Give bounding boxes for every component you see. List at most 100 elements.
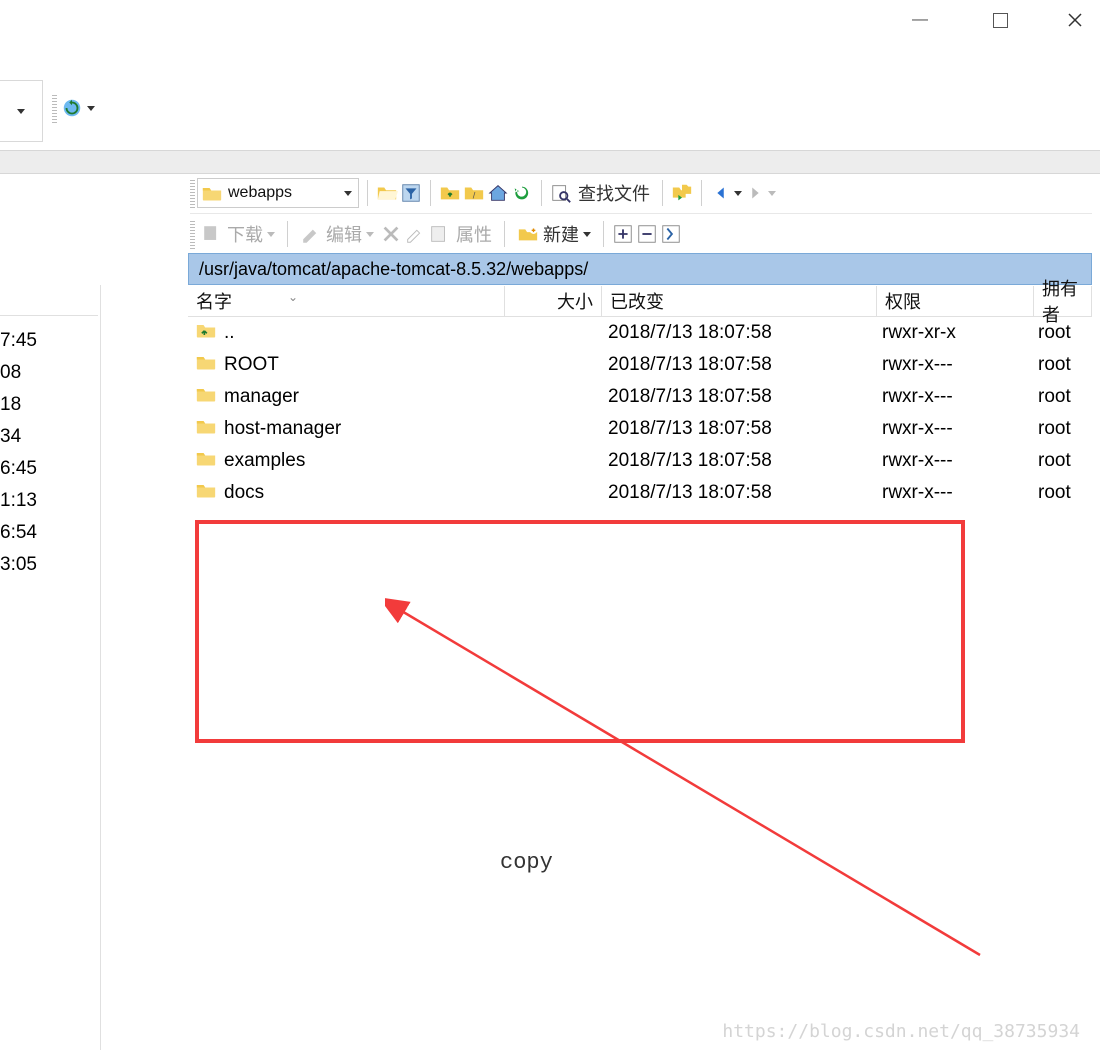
folder-icon: [196, 385, 216, 409]
properties-label: 属性: [456, 221, 492, 247]
find-icon-button[interactable]: [550, 182, 572, 204]
file-perm: rwxr-xr-x: [874, 322, 1030, 344]
file-name: ..: [224, 322, 235, 344]
window-close-button[interactable]: [1065, 10, 1085, 30]
delete-icon: [380, 223, 402, 245]
file-name: examples: [224, 450, 305, 472]
download-label: 下载: [227, 221, 263, 247]
folder-up-icon: [439, 182, 461, 204]
header-perm[interactable]: 权限: [877, 286, 1034, 316]
parent-folder-button[interactable]: [439, 182, 461, 204]
app-window: — webapps: [0, 0, 1100, 1050]
refresh-button-2[interactable]: [511, 182, 533, 204]
open-folder-icon: [376, 182, 398, 204]
filter-button[interactable]: [400, 182, 422, 204]
arrow-left-icon: [710, 182, 732, 204]
window-minimize-button[interactable]: —: [910, 10, 930, 30]
folder-icon: [196, 481, 216, 505]
file-changed: 2018/7/13 18:07:58: [600, 418, 874, 440]
table-row[interactable]: manager2018/7/13 18:07:58rwxr-x---root: [188, 381, 1092, 413]
file-name: docs: [224, 482, 264, 504]
local-time-cell: 34: [0, 421, 37, 453]
plus-button[interactable]: [612, 223, 634, 245]
search-icon: [550, 182, 572, 204]
remote-path-bar[interactable]: /usr/java/tomcat/apache-tomcat-8.5.32/we…: [188, 253, 1092, 285]
rename-button[interactable]: [404, 223, 426, 245]
column-headers: 名字⌄ 大小 已改变 权限 拥有者: [188, 286, 1092, 317]
close-icon: [1067, 12, 1083, 28]
new-label: 新建: [543, 221, 579, 247]
home-icon: [487, 182, 509, 204]
sync-button[interactable]: [671, 182, 693, 204]
folder-up-icon: [196, 321, 216, 345]
toolbar-grip-icon: [190, 219, 195, 249]
file-owner: root: [1030, 322, 1092, 344]
plus-icon: [612, 223, 634, 245]
file-changed: 2018/7/13 18:07:58: [600, 386, 874, 408]
header-size[interactable]: 大小: [505, 286, 602, 316]
back-button[interactable]: [710, 182, 732, 204]
table-row[interactable]: examples2018/7/13 18:07:58rwxr-x---root: [188, 445, 1092, 477]
chevron-down-icon: [583, 232, 591, 237]
menubar-placeholder: [0, 150, 1100, 174]
local-time-cell: 3:05: [0, 549, 37, 581]
chevron-down-icon: [267, 232, 275, 237]
properties-icon-button[interactable]: [428, 223, 450, 245]
properties-button[interactable]: 属性: [452, 219, 496, 249]
download-icon: [201, 223, 223, 245]
header-changed[interactable]: 已改变: [602, 286, 877, 316]
window-maximize-button[interactable]: [990, 10, 1010, 30]
annotation-box: [195, 520, 965, 743]
maximize-icon: [993, 13, 1008, 28]
file-changed: 2018/7/13 18:07:58: [600, 482, 874, 504]
root-folder-button[interactable]: /: [463, 182, 485, 204]
refresh-icon: [61, 97, 83, 119]
toolbar-row-2: 下载 编辑 属性 新建: [190, 214, 1092, 255]
find-files-button[interactable]: 查找文件: [574, 178, 654, 208]
minus-button[interactable]: [636, 223, 658, 245]
local-time-cell: 7:45: [0, 325, 37, 357]
table-row[interactable]: host-manager2018/7/13 18:07:58rwxr-x---r…: [188, 413, 1092, 445]
chevron-down-icon: [734, 191, 742, 196]
header-name[interactable]: 名字⌄: [188, 286, 505, 316]
edit-button[interactable]: 编辑: [296, 219, 378, 249]
select-all-button[interactable]: [660, 223, 682, 245]
chevron-down-icon: [344, 191, 352, 196]
table-row[interactable]: .. 2018/7/13 18:07:58rwxr-xr-xroot: [188, 317, 1092, 349]
find-files-label: 查找文件: [578, 180, 650, 206]
delete-button[interactable]: [380, 223, 402, 245]
folder-icon: [196, 449, 216, 473]
folder-selector[interactable]: webapps: [197, 178, 359, 208]
header-owner[interactable]: 拥有者: [1034, 286, 1092, 316]
refresh-group: [52, 90, 95, 126]
folder-icon: [196, 417, 216, 441]
upper-dropdown[interactable]: [0, 80, 43, 142]
table-row[interactable]: docs 2018/7/13 18:07:58rwxr-x---root: [188, 477, 1092, 509]
new-button[interactable]: 新建: [513, 219, 595, 249]
refresh-button[interactable]: [61, 97, 83, 119]
arrow-right-icon: [744, 182, 766, 204]
rename-icon: [404, 223, 426, 245]
file-changed: 2018/7/13 18:07:58: [600, 354, 874, 376]
folder-selector-label: webapps: [228, 184, 292, 202]
forward-button[interactable]: [744, 182, 766, 204]
file-perm: rwxr-x---: [874, 482, 1030, 504]
download-button[interactable]: 下载: [197, 219, 279, 249]
folder-root-icon: /: [463, 182, 485, 204]
file-changed: 2018/7/13 18:07:58: [600, 322, 874, 344]
refresh-icon: [511, 182, 533, 204]
file-owner: root: [1030, 354, 1092, 376]
sync-icon: [671, 182, 693, 204]
sort-indicator-icon: ⌄: [288, 290, 298, 304]
local-time-cell: 6:45: [0, 453, 37, 485]
file-perm: rwxr-x---: [874, 418, 1030, 440]
titlebar: —: [0, 0, 1100, 40]
open-folder-button[interactable]: [376, 182, 398, 204]
table-row[interactable]: ROOT2018/7/13 18:07:58rwxr-x---root: [188, 349, 1092, 381]
home-button[interactable]: [487, 182, 509, 204]
file-name: manager: [224, 386, 299, 408]
annotation-label: copy: [500, 850, 553, 875]
local-time-cell: 6:54: [0, 517, 37, 549]
file-owner: root: [1030, 482, 1092, 504]
file-perm: rwxr-x---: [874, 450, 1030, 472]
